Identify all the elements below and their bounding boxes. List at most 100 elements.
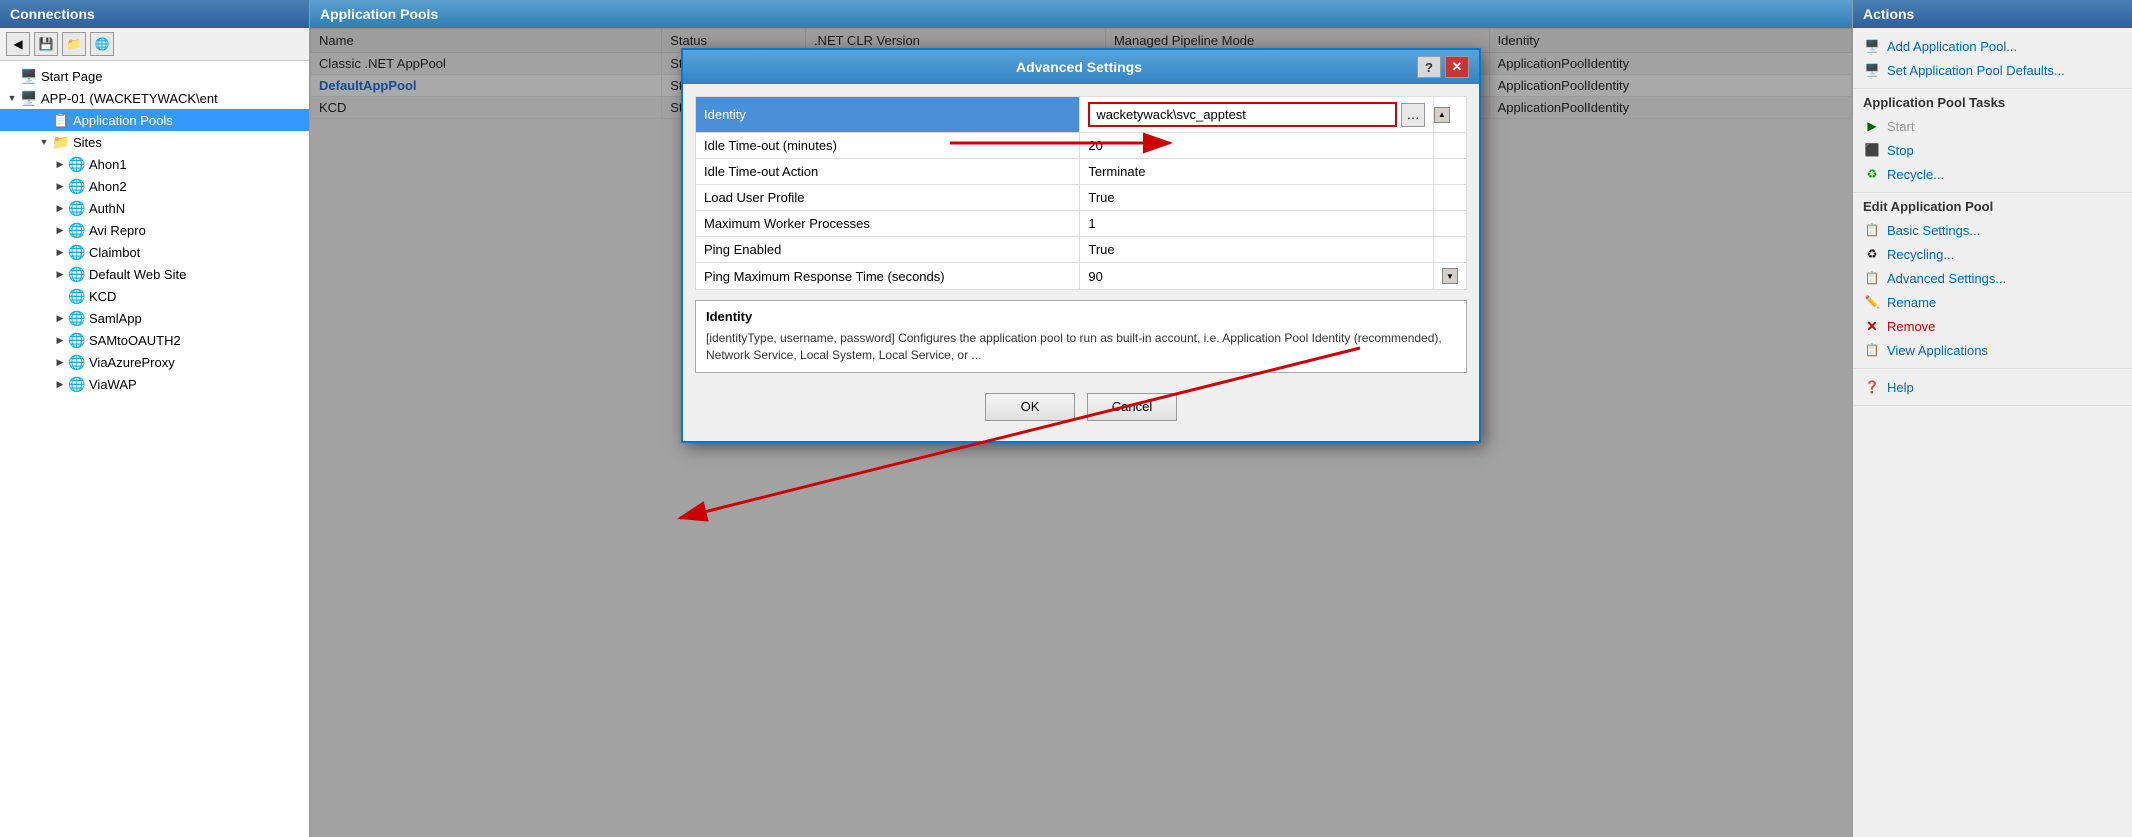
settings-key-max-workers: Maximum Worker Processes — [696, 211, 1080, 237]
settings-value-idle-action: Terminate — [1080, 159, 1434, 185]
remove-link[interactable]: Remove — [1887, 319, 1935, 334]
settings-row-load-profile[interactable]: Load User Profile True — [696, 185, 1467, 211]
action-item-start[interactable]: ▶ Start — [1863, 114, 2122, 138]
advanced-settings-link[interactable]: Advanced Settings... — [1887, 271, 2006, 286]
tree-label-avi-repro: Avi Repro — [89, 223, 146, 238]
advanced-settings-icon: 📋 — [1863, 269, 1881, 287]
save-button[interactable]: 💾 — [34, 32, 58, 56]
dws-icon: 🌐 — [68, 265, 86, 283]
tree-item-authn[interactable]: ▶ 🌐 AuthN — [0, 197, 309, 219]
expand-viawap: ▶ — [52, 376, 68, 392]
tree-label-application-pools: Application Pools — [73, 113, 173, 128]
settings-row-ping-enabled[interactable]: Ping Enabled True — [696, 237, 1467, 263]
expand-samtooauth2: ▶ — [52, 332, 68, 348]
recycle-icon: ♻ — [1863, 165, 1881, 183]
globe-button[interactable]: 🌐 — [90, 32, 114, 56]
action-item-recycle[interactable]: ♻ Recycle... — [1863, 162, 2122, 186]
action-section-help: ❓ Help — [1853, 369, 2132, 406]
settings-key-identity: Identity — [696, 97, 1080, 133]
set-defaults-icon: 🖥️ — [1863, 61, 1881, 79]
action-section-add: 🖥️ Add Application Pool... 🖥️ Set Applic… — [1853, 28, 2132, 89]
action-item-recycling[interactable]: ♻ Recycling... — [1863, 242, 2122, 266]
kcd-icon: 🌐 — [68, 287, 86, 305]
tree-item-app01[interactable]: ▼ 🖥️ APP-01 (WACKETYWACK\ent — [0, 87, 309, 109]
tree-item-viawap[interactable]: ▶ 🌐 ViaWAP — [0, 373, 309, 395]
tree-item-start-page[interactable]: 🖥️ Start Page — [0, 65, 309, 87]
tree-label-samlapp: SamlApp — [89, 311, 142, 326]
expand-claimbot: ▶ — [52, 244, 68, 260]
action-item-advanced-settings[interactable]: 📋 Advanced Settings... — [1863, 266, 2122, 290]
recycle-link[interactable]: Recycle... — [1887, 167, 1944, 182]
stop-link[interactable]: Stop — [1887, 143, 1914, 158]
rename-link[interactable]: Rename — [1887, 295, 1936, 310]
tree-label-ahon1: Ahon1 — [89, 157, 127, 172]
back-button[interactable]: ◀ — [6, 32, 30, 56]
ahon2-icon: 🌐 — [68, 177, 86, 195]
tree-item-samtooauth2[interactable]: ▶ 🌐 SAMtoOAUTH2 — [0, 329, 309, 351]
close-button[interactable]: ✕ — [1445, 56, 1469, 78]
settings-row-idle-action[interactable]: Idle Time-out Action Terminate — [696, 159, 1467, 185]
basic-settings-link[interactable]: Basic Settings... — [1887, 223, 1980, 238]
identity-value-cell: … — [1088, 102, 1425, 127]
tree-item-ahon1[interactable]: ▶ 🌐 Ahon1 — [0, 153, 309, 175]
scroll-down-button[interactable]: ▼ — [1442, 268, 1458, 284]
main-layout: Connections ◀ 💾 📁 🌐 🖥️ Start Page ▼ 🖥️ A… — [0, 0, 2132, 837]
recycling-link[interactable]: Recycling... — [1887, 247, 1954, 262]
action-item-add-app-pool[interactable]: 🖥️ Add Application Pool... — [1863, 34, 2122, 58]
tree-item-default-web-site[interactable]: ▶ 🌐 Default Web Site — [0, 263, 309, 285]
view-applications-link[interactable]: View Applications — [1887, 343, 1988, 358]
tree-item-application-pools[interactable]: 📋 Application Pools — [0, 109, 309, 131]
scroll-up-button[interactable]: ▲ — [1434, 107, 1450, 123]
action-item-view-applications[interactable]: 📋 View Applications — [1863, 338, 2122, 362]
stop-icon: ⬛ — [1863, 141, 1881, 159]
tree-item-ahon2[interactable]: ▶ 🌐 Ahon2 — [0, 175, 309, 197]
avi-icon: 🌐 — [68, 221, 86, 239]
settings-scroll-3 — [1434, 159, 1467, 185]
cancel-button[interactable]: Cancel — [1087, 393, 1177, 421]
identity-input[interactable] — [1088, 102, 1397, 127]
modal-titlebar: Advanced Settings ? ✕ — [683, 50, 1479, 84]
help-link[interactable]: Help — [1887, 380, 1914, 395]
set-defaults-link[interactable]: Set Application Pool Defaults... — [1887, 63, 2065, 78]
right-panel: Actions 🖥️ Add Application Pool... 🖥️ Se… — [1852, 0, 2132, 837]
open-button[interactable]: 📁 — [62, 32, 86, 56]
tree-label-kcd: KCD — [89, 289, 116, 304]
remove-icon: ✕ — [1863, 317, 1881, 335]
browse-button[interactable]: … — [1401, 103, 1425, 127]
scroll-up-cell: ▲ — [1434, 97, 1467, 133]
action-section-edit: Edit Application Pool 📋 Basic Settings..… — [1853, 193, 2132, 369]
action-item-basic-settings[interactable]: 📋 Basic Settings... — [1863, 218, 2122, 242]
settings-scroll-4 — [1434, 185, 1467, 211]
action-item-stop[interactable]: ⬛ Stop — [1863, 138, 2122, 162]
appools-icon: 📋 — [52, 111, 70, 129]
tree-item-samlapp[interactable]: ▶ 🌐 SamlApp — [0, 307, 309, 329]
tree-item-claimbot[interactable]: ▶ 🌐 Claimbot — [0, 241, 309, 263]
authn-icon: 🌐 — [68, 199, 86, 217]
settings-row-identity[interactable]: Identity … — [696, 97, 1467, 133]
add-app-pool-icon: 🖥️ — [1863, 37, 1881, 55]
add-app-pool-link[interactable]: Add Application Pool... — [1887, 39, 2017, 54]
tree-item-viaazureproxy[interactable]: ▶ 🌐 ViaAzureProxy — [0, 351, 309, 373]
help-button[interactable]: ? — [1417, 56, 1441, 78]
action-item-set-defaults[interactable]: 🖥️ Set Application Pool Defaults... — [1863, 58, 2122, 82]
tree-item-kcd[interactable]: 🌐 KCD — [0, 285, 309, 307]
action-item-remove[interactable]: ✕ Remove — [1863, 314, 2122, 338]
expand-ahon1: ▶ — [52, 156, 68, 172]
tree-item-sites[interactable]: ▼ 📁 Sites — [0, 131, 309, 153]
description-title: Identity — [706, 309, 1456, 324]
settings-row-max-workers[interactable]: Maximum Worker Processes 1 — [696, 211, 1467, 237]
expand-icon-sites: ▼ — [36, 134, 52, 150]
tree-label-claimbot: Claimbot — [89, 245, 140, 260]
settings-value-load-profile: True — [1080, 185, 1434, 211]
modal-footer: OK Cancel — [695, 385, 1467, 429]
settings-value-identity: … — [1080, 97, 1434, 133]
settings-row-ping-response[interactable]: Ping Maximum Response Time (seconds) 90 … — [696, 263, 1467, 290]
viawap-icon: 🌐 — [68, 375, 86, 393]
action-item-help[interactable]: ❓ Help — [1863, 375, 2122, 399]
tree-item-avi-repro[interactable]: ▶ 🌐 Avi Repro — [0, 219, 309, 241]
ok-button[interactable]: OK — [985, 393, 1075, 421]
tree-label-viawap: ViaWAP — [89, 377, 137, 392]
settings-row-idle-timeout[interactable]: Idle Time-out (minutes) 20 — [696, 133, 1467, 159]
settings-value-idle-timeout: 20 — [1080, 133, 1434, 159]
action-item-rename[interactable]: ✏️ Rename — [1863, 290, 2122, 314]
